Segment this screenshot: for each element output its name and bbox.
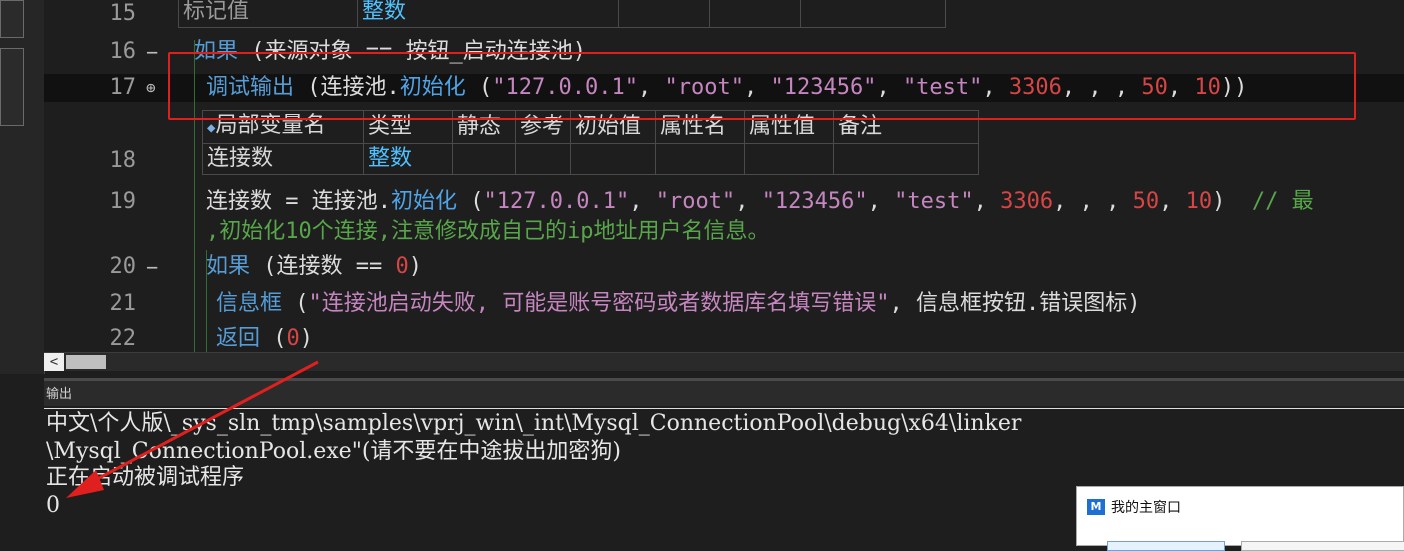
arrow-shaft	[83, 360, 319, 488]
window-title: 我的主窗口	[1111, 500, 1181, 516]
window-button[interactable]	[1107, 541, 1225, 551]
main-window-popup[interactable]: M 我的主窗口	[1076, 486, 1404, 551]
window-button[interactable]	[1241, 541, 1404, 551]
arrow-head	[66, 470, 104, 498]
annotation-arrow	[66, 360, 319, 498]
app-logo-icon: M	[1087, 499, 1105, 515]
